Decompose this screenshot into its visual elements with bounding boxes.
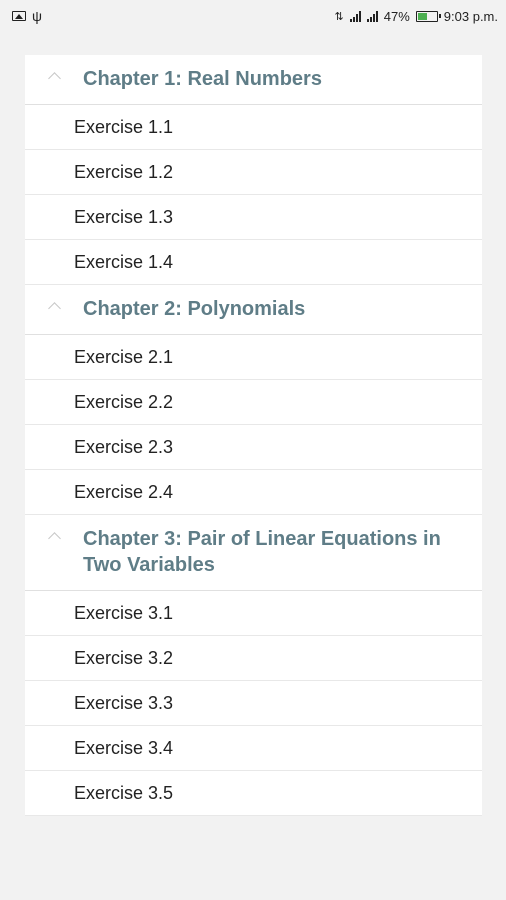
chapter-title: Chapter 2: Polynomials (83, 298, 306, 320)
exercise-item[interactable]: Exercise 3.3 (25, 681, 482, 726)
chevron-up-icon (47, 72, 61, 85)
exercise-item[interactable]: Exercise 1.3 (25, 195, 482, 240)
chevron-up-icon-wrap (25, 285, 83, 315)
exercise-item[interactable]: Exercise 3.4 (25, 726, 482, 771)
exercise-item[interactable]: Exercise 2.2 (25, 380, 482, 425)
exercise-item[interactable]: Exercise 3.5 (25, 771, 482, 816)
battery-icon (415, 10, 441, 22)
chapter-list: Chapter 1: Real Numbers Exercise 1.1 Exe… (25, 55, 482, 816)
exercise-item[interactable]: Exercise 2.4 (25, 470, 482, 515)
exercise-item[interactable]: Exercise 2.3 (25, 425, 482, 470)
chapter-header-1[interactable]: Chapter 1: Real Numbers (25, 55, 482, 105)
exercise-item[interactable]: Exercise 2.1 (25, 335, 482, 380)
chevron-up-icon-wrap (25, 515, 83, 545)
status-time: 9:03 p.m. (443, 8, 498, 24)
chevron-up-icon-wrap (25, 55, 83, 85)
battery-percent: 47% (383, 8, 410, 24)
image-icon (12, 11, 26, 21)
status-left: ψ (12, 9, 42, 23)
chevron-up-icon (47, 532, 61, 545)
signal-icon (366, 10, 378, 22)
chevron-up-icon (47, 302, 61, 315)
chapter-title: Chapter 3: Pair of Linear Equations in T… (83, 528, 441, 576)
data-signal-icon: ⇅ (334, 10, 344, 23)
exercise-item[interactable]: Exercise 1.1 (25, 105, 482, 150)
status-right: ⇅ 47% 9:03 p.m. (335, 9, 498, 24)
chapter-header-2[interactable]: Chapter 2: Polynomials (25, 285, 482, 335)
signal-icon (349, 10, 361, 22)
chapter-title: Chapter 1: Real Numbers (83, 68, 322, 90)
status-bar: ψ ⇅ 47% 9:03 p.m. (0, 0, 506, 32)
exercise-item[interactable]: Exercise 3.2 (25, 636, 482, 681)
usb-icon: ψ (32, 8, 42, 24)
exercise-item[interactable]: Exercise 1.2 (25, 150, 482, 195)
chapter-header-3[interactable]: Chapter 3: Pair of Linear Equations in T… (25, 515, 482, 591)
exercise-item[interactable]: Exercise 3.1 (25, 591, 482, 636)
exercise-item[interactable]: Exercise 1.4 (25, 240, 482, 285)
